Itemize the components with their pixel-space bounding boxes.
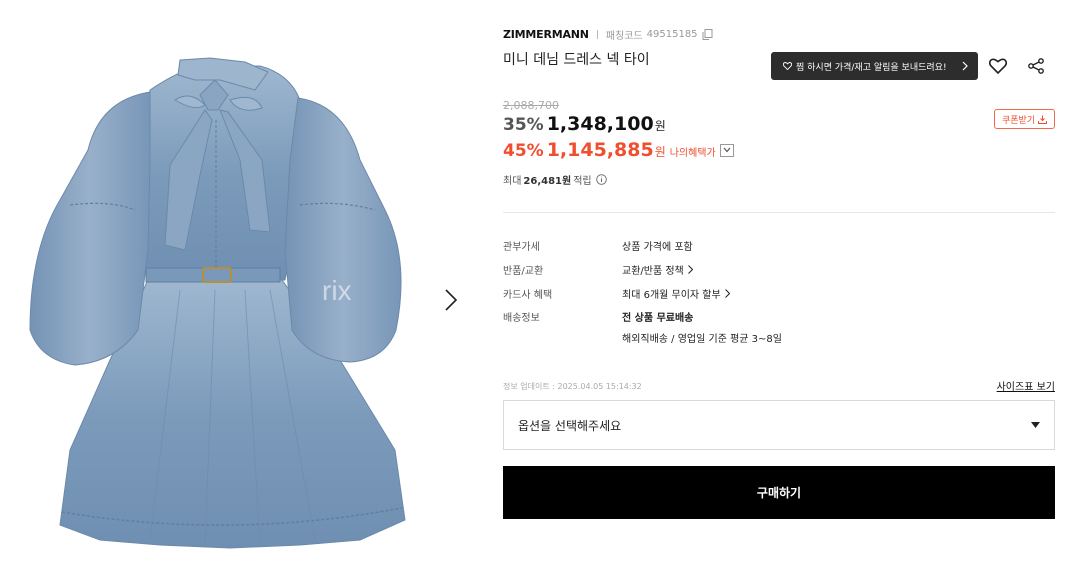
spec-label: 관부가세 bbox=[503, 242, 540, 253]
info-icon[interactable] bbox=[595, 174, 607, 185]
points-suffix: 적립 bbox=[573, 176, 592, 187]
coupon-label: 쿠폰받기 bbox=[1001, 115, 1036, 126]
chevron-right-icon bbox=[724, 289, 730, 298]
caret-down-icon bbox=[1031, 422, 1040, 428]
my-benefit-price-row: 45% 1,145,885 원 나의혜택가 bbox=[503, 139, 734, 161]
points-prefix: 최대 bbox=[503, 176, 522, 187]
spec-value-text: 교환/반품 정책 bbox=[622, 266, 684, 277]
size-chart-link[interactable]: 사이즈표 보기 bbox=[997, 378, 1055, 393]
spec-label: 반품/교환 bbox=[503, 266, 544, 277]
my-benefit-label: 나의혜택가 bbox=[669, 148, 716, 159]
chevron-right-icon bbox=[445, 289, 458, 311]
chevron-right-icon bbox=[962, 61, 968, 71]
info-update-time: 정보 업데이트 : 2025.04.05 15:14:32 bbox=[503, 382, 642, 391]
chevron-right-icon bbox=[687, 265, 693, 274]
return-policy-link[interactable]: 교환/반품 정책 bbox=[622, 262, 693, 277]
wishlist-button[interactable] bbox=[987, 56, 1009, 76]
benefit-discount-rate: 45% bbox=[503, 141, 544, 161]
shipping-detail: 해외직배송 / 영업일 기준 평균 3~8일 bbox=[622, 334, 782, 345]
product-image-area: rix bbox=[0, 0, 480, 568]
product-image-denim-dress: rix bbox=[29, 57, 406, 549]
share-button[interactable] bbox=[1025, 56, 1047, 76]
brand-name[interactable]: ZIMMERMANN bbox=[503, 28, 589, 41]
option-placeholder: 옵션을 선택해주세요 bbox=[518, 418, 622, 433]
currency-unit: 원 bbox=[654, 145, 666, 159]
brand-divider bbox=[596, 30, 598, 39]
next-image-arrow[interactable] bbox=[444, 288, 470, 322]
product-info-panel: ZIMMERMANN 패칭코드 49515185 미니 데님 드레스 넥 타이 … bbox=[503, 0, 1055, 568]
spec-label: 카드사 혜택 bbox=[503, 290, 553, 301]
spec-value: 상품 가격에 포함 bbox=[622, 242, 693, 253]
buy-button[interactable]: 구매하기 bbox=[503, 466, 1055, 519]
download-icon bbox=[1038, 115, 1048, 124]
product-code-label: 패칭코드 bbox=[605, 31, 643, 42]
section-divider bbox=[503, 212, 1055, 213]
price-alert-text: 찜 하시면 가격/재고 알림을 보내드려요! bbox=[796, 62, 947, 73]
watermark-text: rix bbox=[322, 275, 352, 306]
heart-small-icon bbox=[783, 62, 792, 70]
spec-value-text: 최대 6개월 무이자 할부 bbox=[622, 290, 721, 301]
points-value: 26,481원 bbox=[523, 176, 572, 187]
original-price: 2,088,700 bbox=[503, 99, 559, 112]
copy-icon[interactable] bbox=[702, 28, 714, 41]
benefit-expand-toggle[interactable] bbox=[719, 143, 734, 157]
card-benefit-link[interactable]: 최대 6개월 무이자 할부 bbox=[622, 286, 730, 301]
chevron-down-icon bbox=[723, 147, 731, 153]
brand-row: ZIMMERMANN 패칭코드 49515185 bbox=[503, 27, 714, 42]
product-code-value: 49515185 bbox=[646, 29, 698, 40]
option-select[interactable]: 옵션을 선택해주세요 bbox=[503, 400, 1055, 450]
currency-unit: 원 bbox=[654, 119, 666, 133]
discount-rate: 35% bbox=[503, 115, 544, 135]
reward-points-row: 최대 26,481원 적립 bbox=[503, 172, 607, 187]
get-coupon-button[interactable]: 쿠폰받기 bbox=[994, 109, 1055, 129]
benefit-price: 1,145,885 bbox=[546, 139, 654, 161]
spec-label: 배송정보 bbox=[503, 313, 540, 324]
share-icon bbox=[1028, 58, 1044, 74]
price-alert-button[interactable]: 찜 하시면 가격/재고 알림을 보내드려요! bbox=[771, 52, 978, 80]
sale-price-row: 35% 1,348,100 원 bbox=[503, 113, 666, 135]
sale-price: 1,348,100 bbox=[546, 113, 654, 135]
heart-outline-icon bbox=[989, 58, 1007, 74]
product-title: 미니 데님 드레스 넥 타이 bbox=[503, 52, 650, 68]
spec-value: 전 상품 무료배송 bbox=[622, 313, 694, 324]
